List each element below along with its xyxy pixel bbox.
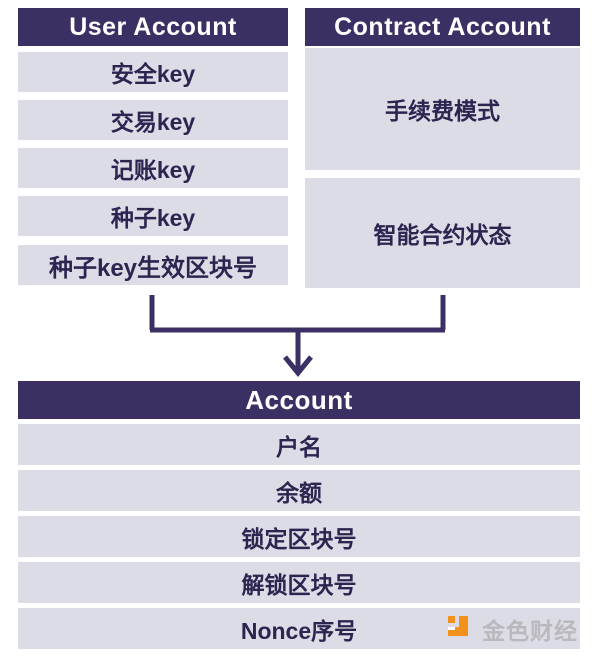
user-account-row: 种子key生效区块号 (18, 245, 288, 285)
account-row: 锁定区块号 (18, 516, 580, 557)
account-header: Account (18, 381, 580, 419)
account-row: Nonce序号 (18, 608, 580, 649)
contract-account-row: 智能合约状态 (305, 178, 580, 288)
account-structure-diagram: User Account 安全key 交易key 记账key 种子key 种子k… (0, 0, 600, 657)
contract-account-header: Contract Account (305, 8, 580, 46)
user-account-row: 交易key (18, 100, 288, 140)
account-row: 户名 (18, 424, 580, 465)
account-row: 余额 (18, 470, 580, 511)
merge-arrow-connector (149, 295, 446, 377)
user-account-row: 安全key (18, 52, 288, 92)
contract-account-row: 手续费模式 (305, 48, 580, 170)
user-account-header: User Account (18, 8, 288, 46)
user-account-row: 种子key (18, 196, 288, 236)
user-account-row: 记账key (18, 148, 288, 188)
account-row: 解锁区块号 (18, 562, 580, 603)
